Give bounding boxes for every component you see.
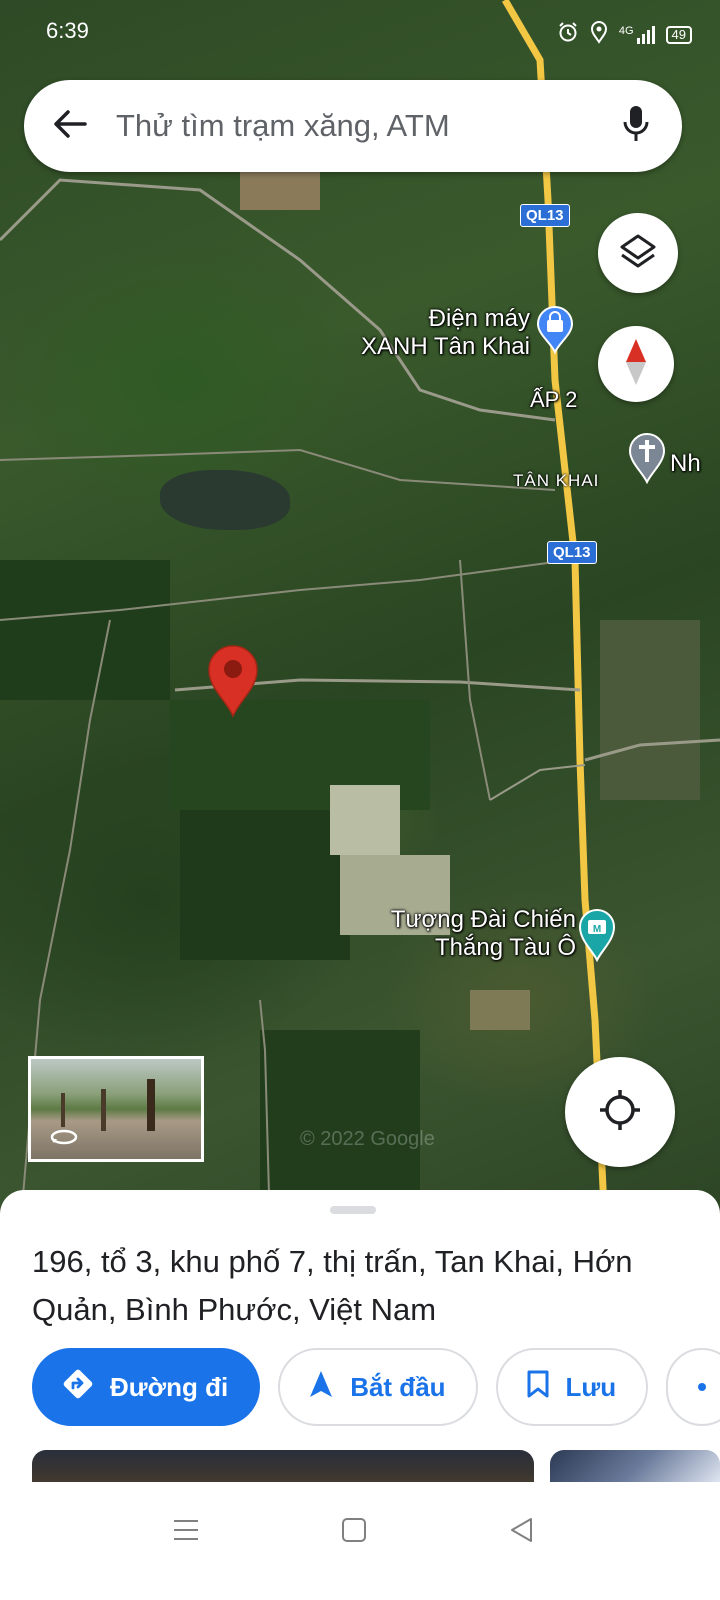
status-icons: 4G 49: [557, 20, 692, 50]
home-button[interactable]: [334, 1512, 374, 1552]
back-button[interactable]: [24, 80, 116, 172]
bookmark-icon: [526, 1369, 550, 1406]
church-pin-icon[interactable]: [628, 432, 666, 485]
map-roads: [0, 0, 720, 1230]
tree-trunk: [61, 1093, 65, 1127]
start-button[interactable]: Bắt đầu: [278, 1348, 478, 1426]
museum-pin-icon[interactable]: M: [578, 908, 616, 963]
signal-icon: 4G: [619, 25, 656, 45]
system-nav-bar: [0, 1482, 720, 1600]
street-view-thumbnail[interactable]: [28, 1056, 204, 1162]
compass-icon: [624, 337, 648, 392]
satellite-map[interactable]: QL13 QL13 Điện máy XANH Tân Khai ẤP 2 TÂ…: [0, 0, 720, 1230]
place-photo[interactable]: [32, 1450, 534, 1482]
photo-strip: [0, 1450, 720, 1482]
status-bar: 6:39 4G 49: [0, 0, 720, 60]
layers-icon: [618, 231, 658, 276]
dropped-pin-icon[interactable]: [206, 644, 260, 718]
place-address: 196, tổ 3, khu phố 7, thị trấn, Tan Khai…: [32, 1244, 633, 1327]
save-label: Lưu: [565, 1371, 617, 1402]
svg-text:M: M: [593, 924, 601, 935]
directions-label: Đường đi: [110, 1371, 229, 1402]
action-chips: Đường đi Bắt đầu Lưu: [32, 1348, 720, 1426]
map-label-nh[interactable]: Nh: [670, 450, 701, 478]
menu-lines-icon: [173, 1518, 199, 1547]
road-shield-ql13: QL13: [547, 541, 597, 564]
start-label: Bắt đầu: [350, 1371, 446, 1402]
tree-trunk: [147, 1079, 155, 1131]
sheet-drag-handle[interactable]: [330, 1206, 376, 1214]
battery-icon: 49: [665, 26, 692, 44]
my-location-button[interactable]: [565, 1057, 675, 1167]
tree-trunk: [101, 1089, 106, 1131]
network-type: 4G: [618, 25, 634, 37]
search-bar[interactable]: Thử tìm trạm xăng, ATM: [24, 80, 682, 172]
microphone-icon: [622, 104, 650, 149]
system-back-button[interactable]: [502, 1512, 542, 1552]
layers-button[interactable]: [598, 213, 678, 293]
alarm-icon: [557, 21, 579, 49]
place-sheet[interactable]: 196, tổ 3, khu phố 7, thị trấn, Tan Khai…: [0, 1190, 720, 1490]
location-icon: [589, 20, 609, 50]
arrow-left-icon: [53, 109, 87, 144]
my-location-icon: [598, 1088, 642, 1137]
map-label-ap-2: ẤP 2: [530, 387, 578, 412]
compass-button[interactable]: [598, 326, 674, 402]
shopping-pin-icon[interactable]: [536, 306, 574, 355]
road-shield-ql13: QL13: [520, 204, 570, 227]
directions-button[interactable]: Đường đi: [32, 1348, 261, 1426]
map-watermark: © 2022 Google: [300, 1128, 435, 1150]
place-photo[interactable]: [550, 1450, 720, 1482]
poi-label-tuong-dai[interactable]: Tượng Đài Chiến Thắng Tàu Ô: [366, 906, 576, 962]
rotate-360-icon: [49, 1125, 79, 1154]
map-label-tan-khai: TÂN KHAI: [513, 471, 600, 490]
voice-search-button[interactable]: [590, 80, 682, 172]
recents-button[interactable]: [166, 1512, 206, 1552]
more-dot-icon: [698, 1383, 707, 1391]
search-input[interactable]: Thử tìm trạm xăng, ATM: [116, 108, 590, 144]
triangle-back-icon: [509, 1517, 535, 1548]
poi-label-dien-may-xanh[interactable]: Điện máy XANH Tân Khai: [340, 305, 530, 361]
status-time: 6:39: [46, 18, 89, 43]
square-icon: [341, 1517, 367, 1548]
navigation-arrow-icon: [308, 1369, 334, 1406]
directions-diamond-icon: [62, 1368, 94, 1407]
more-actions-button[interactable]: [666, 1348, 720, 1426]
save-button[interactable]: Lưu: [495, 1348, 649, 1426]
